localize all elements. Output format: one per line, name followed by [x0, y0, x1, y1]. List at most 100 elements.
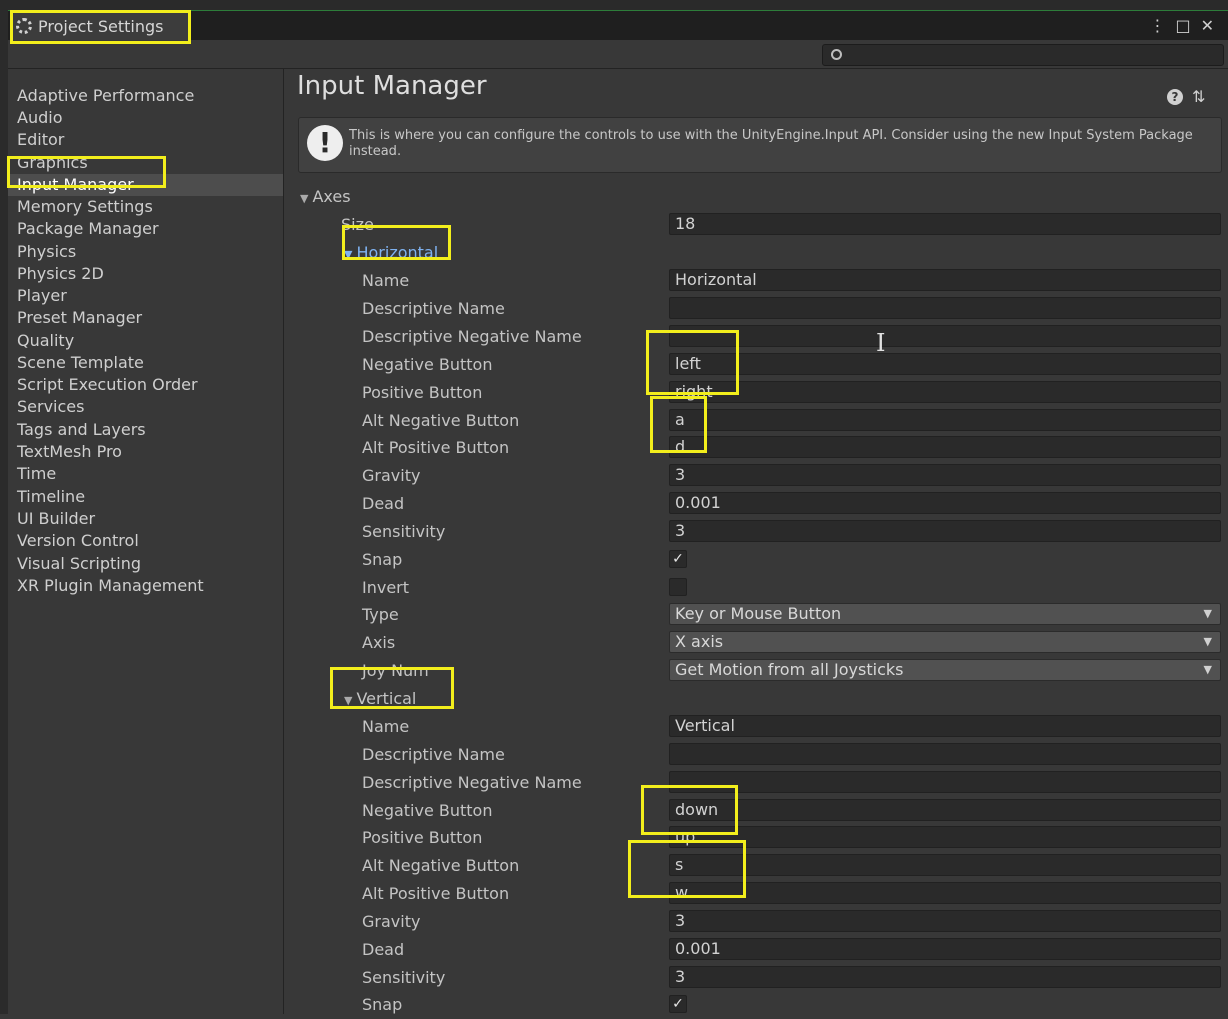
sidebar-item-script-execution-order[interactable]: Script Execution Order	[17, 374, 198, 396]
size-row: Size 18	[284, 211, 1228, 239]
sidebar-item-audio[interactable]: Audio	[17, 107, 62, 129]
sidebar-item-textmesh-pro[interactable]: TextMesh Pro	[17, 441, 122, 463]
h-desc-field[interactable]	[669, 297, 1221, 319]
h-sensitivity-label: Sensitivity	[362, 522, 446, 541]
tab-title: Project Settings	[38, 16, 164, 36]
h-joy-label: Joy Num	[362, 661, 429, 680]
h-axis-label: Axis	[362, 633, 396, 652]
sidebar-item-visual-scripting[interactable]: Visual Scripting	[17, 553, 141, 575]
h-desc-label: Descriptive Name	[362, 299, 505, 318]
v-sensitivity-row: Sensitivity 3	[284, 964, 1228, 992]
h-alt-neg-label: Alt Negative Button	[362, 411, 520, 430]
settings-sidebar: Adaptive Performance Audio Editor Graphi…	[8, 69, 284, 1014]
h-neg-field[interactable]: left	[669, 353, 1221, 375]
h-desc-neg-field[interactable]	[669, 325, 1221, 347]
editor-left-background	[0, 10, 8, 1014]
h-name-row: Name Horizontal	[284, 267, 1228, 295]
sidebar-item-input-manager[interactable]: Input Manager	[8, 174, 283, 196]
axes-row: ▼ Axes	[284, 183, 1228, 211]
sidebar-item-package-manager[interactable]: Package Manager	[17, 218, 159, 240]
warning-icon: !	[307, 125, 343, 161]
h-alt-pos-field[interactable]: d	[669, 436, 1221, 458]
h-alt-pos-label: Alt Positive Button	[362, 438, 510, 457]
v-name-field[interactable]: Vertical	[669, 715, 1221, 737]
v-dead-field[interactable]: 0.001	[669, 938, 1221, 960]
h-invert-row: Invert	[284, 574, 1228, 602]
sidebar-item-memory-settings[interactable]: Memory Settings	[17, 196, 153, 218]
v-sensitivity-field[interactable]: 3	[669, 966, 1221, 988]
h-type-dropdown[interactable]: Key or Mouse Button ▼	[669, 603, 1221, 625]
v-alt-pos-row: Alt Positive Button w	[284, 880, 1228, 908]
sidebar-item-graphics[interactable]: Graphics	[17, 152, 88, 174]
h-dead-field[interactable]: 0.001	[669, 492, 1221, 514]
h-sensitivity-field[interactable]: 3	[669, 520, 1221, 542]
h-joy-value: Get Motion from all Joysticks	[675, 660, 904, 679]
h-snap-checkbox[interactable]: ✓	[669, 550, 687, 568]
v-alt-neg-label: Alt Negative Button	[362, 856, 520, 875]
v-pos-row: Positive Button up	[284, 824, 1228, 852]
sidebar-item-ui-builder[interactable]: UI Builder	[17, 508, 95, 530]
sidebar-item-xr-plugin-management[interactable]: XR Plugin Management	[17, 575, 204, 597]
triangle-down-icon: ▼	[344, 694, 353, 707]
v-name-label: Name	[362, 717, 410, 736]
v-gravity-field[interactable]: 3	[669, 910, 1221, 932]
tab-project-settings[interactable]: Project Settings	[10, 11, 190, 41]
close-icon[interactable]: ✕	[1201, 16, 1224, 35]
h-joy-row: Joy Num Get Motion from all Joysticks ▼	[284, 657, 1228, 685]
v-snap-checkbox[interactable]: ✓	[669, 995, 687, 1013]
sidebar-item-version-control[interactable]: Version Control	[17, 530, 139, 552]
kebab-menu-icon[interactable]: ⋮	[1149, 16, 1175, 35]
v-desc-neg-row: Descriptive Negative Name	[284, 769, 1228, 797]
h-name-field[interactable]: Horizontal	[669, 269, 1221, 291]
h-joy-dropdown[interactable]: Get Motion from all Joysticks ▼	[669, 659, 1221, 681]
v-neg-field[interactable]: down	[669, 799, 1221, 821]
h-invert-checkbox[interactable]	[669, 578, 687, 596]
v-gravity-row: Gravity 3	[284, 908, 1228, 936]
sidebar-item-preset-manager[interactable]: Preset Manager	[17, 307, 142, 329]
v-desc-row: Descriptive Name	[284, 741, 1228, 769]
help-icon[interactable]: ?	[1167, 89, 1183, 105]
sidebar-item-services[interactable]: Services	[17, 396, 84, 418]
sidebar-item-physics[interactable]: Physics	[17, 241, 76, 263]
h-axis-dropdown[interactable]: X axis ▼	[669, 631, 1221, 653]
h-dead-label: Dead	[362, 494, 405, 513]
v-neg-label: Negative Button	[362, 801, 493, 820]
v-dead-row: Dead 0.001	[284, 936, 1228, 964]
v-pos-field[interactable]: up	[669, 826, 1221, 848]
window-controls: ⋮□✕	[1149, 16, 1224, 35]
vertical-foldout[interactable]: ▼ Vertical	[344, 689, 416, 708]
maximize-icon[interactable]: □	[1175, 16, 1200, 35]
sidebar-item-timeline[interactable]: Timeline	[17, 486, 85, 508]
search-input[interactable]	[845, 45, 1219, 67]
h-invert-label: Invert	[362, 578, 410, 597]
sidebar-item-time[interactable]: Time	[17, 463, 56, 485]
sidebar-item-editor[interactable]: Editor	[17, 129, 64, 151]
presets-icon[interactable]: ⇅	[1192, 87, 1205, 106]
h-axis-value: X axis	[675, 632, 724, 651]
size-field[interactable]: 18	[669, 213, 1221, 235]
sidebar-item-quality[interactable]: Quality	[17, 330, 74, 352]
sidebar-item-adaptive-performance[interactable]: Adaptive Performance	[17, 85, 194, 107]
sidebar-item-tags-and-layers[interactable]: Tags and Layers	[17, 419, 146, 441]
v-alt-pos-field[interactable]: w	[669, 882, 1221, 904]
h-gravity-row: Gravity 3	[284, 462, 1228, 490]
search-field[interactable]	[822, 44, 1224, 67]
sidebar-item-scene-template[interactable]: Scene Template	[17, 352, 144, 374]
checkmark-icon: ✓	[672, 996, 684, 1012]
chevron-down-icon: ▼	[1203, 635, 1212, 648]
h-gravity-label: Gravity	[362, 466, 421, 485]
v-desc-neg-field[interactable]	[669, 771, 1221, 793]
sidebar-item-player[interactable]: Player	[17, 285, 67, 307]
sidebar-item-physics-2d[interactable]: Physics 2D	[17, 263, 104, 285]
h-gravity-field[interactable]: 3	[669, 464, 1221, 486]
v-desc-field[interactable]	[669, 743, 1221, 765]
h-alt-neg-field[interactable]: a	[669, 409, 1221, 431]
v-name-row: Name Vertical	[284, 713, 1228, 741]
checkmark-icon: ✓	[672, 551, 684, 567]
axes-foldout[interactable]: ▼ Axes	[300, 187, 351, 206]
horizontal-foldout[interactable]: ▼ Horizontal	[344, 243, 438, 262]
v-alt-neg-field[interactable]: s	[669, 854, 1221, 876]
triangle-down-icon: ▼	[300, 192, 309, 205]
h-pos-field[interactable]: right	[669, 381, 1221, 403]
v-desc-label: Descriptive Name	[362, 745, 505, 764]
